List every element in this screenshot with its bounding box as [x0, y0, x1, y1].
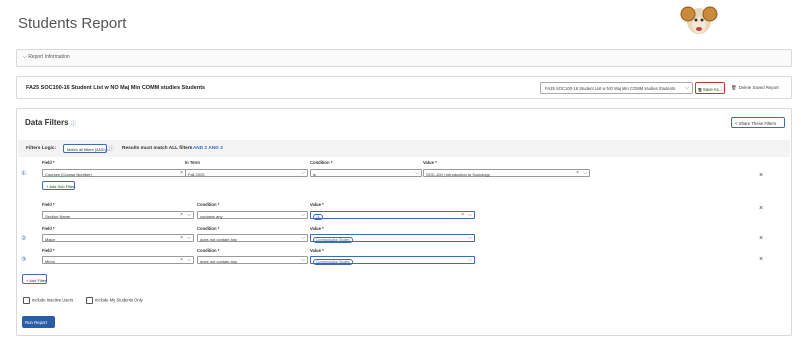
filter-expression: 1 AND 2 AND 3 [189, 146, 223, 151]
filter-number-2: ② [21, 236, 27, 242]
condition-label: Condition * [197, 248, 220, 253]
condition-select[interactable]: does not contain any ⌵ [197, 256, 308, 264]
value-label: Value * [423, 160, 437, 165]
condition-label: Condition * [197, 202, 220, 207]
filter-number-1: ① [21, 171, 27, 177]
saved-report-bar: FA25 SOC100-16 Student List w NO Maj Min… [16, 76, 792, 99]
chevron-down-icon[interactable]: ⌵ [301, 212, 305, 218]
chevron-down-icon[interactable]: ⌵ [468, 212, 472, 218]
field-label: Field * [42, 202, 55, 207]
value-chip[interactable]: Communication Studies [313, 237, 353, 243]
remove-filter-2-icon[interactable]: × [759, 235, 763, 242]
report-information-accordion[interactable]: ⌵ Report Information [16, 49, 792, 67]
remove-filter-3-icon[interactable]: × [759, 256, 763, 263]
field-select[interactable]: Minor × ⌵ [42, 256, 194, 264]
save-as-button[interactable]: 🖫 Save As... [695, 82, 725, 94]
share-filters-button[interactable]: < Share These Filters [731, 117, 785, 128]
clear-icon[interactable]: × [180, 257, 183, 263]
plus-icon: + [26, 277, 29, 283]
chevron-down-icon[interactable]: ⌵ [468, 235, 472, 241]
value-label: Value * [310, 248, 324, 253]
add-sub-filter-button[interactable]: + Add Sub Filter [42, 181, 75, 190]
field-label: Field * [42, 160, 55, 165]
remove-filter-1-icon[interactable]: × [759, 172, 763, 179]
trash-icon: 🗑 [731, 85, 737, 90]
chevron-down-icon[interactable]: ⌵ [583, 170, 587, 176]
clear-icon[interactable]: × [180, 212, 183, 218]
report-information-label: ⌵ Report Information [23, 54, 70, 60]
in-term-select[interactable]: Fall 2025 ⌵ [185, 169, 308, 177]
include-inactive-checkbox[interactable]: Include Inactive Users [23, 297, 73, 305]
saved-report-select[interactable]: FA25 SOC100-16 Student List w NO Maj Min… [540, 82, 693, 94]
condition-select[interactable]: does not contain any ⌵ [197, 234, 308, 242]
saved-report-name: FA25 SOC100-16 Student List w NO Maj Min… [26, 85, 206, 91]
value-select[interactable]: Communication Studies ⌵ [310, 234, 475, 243]
field-select[interactable]: Major × ⌵ [42, 234, 194, 242]
chevron-down-icon[interactable]: ⌵ [468, 257, 472, 263]
filters-logic-bar: Filters Logic: Match all filters (AND) ⌵… [18, 140, 790, 157]
plus-icon: + [46, 184, 49, 189]
save-icon: 🖫 [698, 87, 702, 92]
include-my-students-checkbox[interactable]: Include My Students Only [86, 297, 143, 305]
chevron-down-icon[interactable]: ⌵ [187, 212, 191, 218]
checkbox-icon[interactable] [86, 297, 93, 304]
remove-sub-filter-icon[interactable]: × [759, 205, 763, 212]
value-label: Value * [310, 226, 324, 231]
field-label: Field * [42, 248, 55, 253]
help-icon[interactable]: ⓘ [109, 145, 114, 152]
chevron-down-icon[interactable]: ⌵ [187, 257, 191, 263]
clear-icon[interactable]: × [180, 170, 183, 176]
value-label: Value * [310, 202, 324, 207]
clear-icon[interactable]: × [461, 212, 464, 218]
chevron-down-icon[interactable]: ⌵ [415, 170, 419, 176]
clear-icon[interactable]: × [180, 235, 183, 241]
sub-condition-select[interactable]: contains any ⌵ [197, 211, 308, 219]
chevron-down-icon: ⌵ [685, 85, 689, 91]
chevron-down-icon[interactable]: ⌵ [187, 235, 191, 241]
value-select[interactable]: Communication Studies ⌵ [310, 256, 475, 265]
info-icon[interactable]: ⓘ [71, 121, 76, 127]
clear-icon[interactable]: × [576, 170, 579, 176]
condition-select[interactable]: is ⌵ [310, 169, 422, 177]
value-chip[interactable]: Communication Studies [313, 259, 353, 265]
condition-label: Condition * [197, 226, 220, 231]
sub-value-select[interactable]: 16 × ⌵ [310, 211, 475, 220]
condition-label: Condition * [310, 160, 333, 165]
value-chip[interactable]: 16 [313, 214, 323, 220]
chevron-down-icon[interactable]: ⌵ [301, 257, 305, 263]
chevron-down-icon[interactable]: ⌵ [301, 235, 305, 241]
page-title: Students Report [18, 15, 127, 32]
checkbox-icon[interactable] [23, 297, 30, 304]
filter-number-3: ③ [21, 257, 27, 263]
field-select[interactable]: Courses (Course Number) ×⌵ [42, 169, 194, 177]
chevron-down-icon[interactable]: ⌵ [301, 170, 305, 176]
delete-saved-report-button[interactable]: 🗑 Delete Saved Report [731, 85, 779, 91]
add-filter-button[interactable]: + Add Filter [22, 274, 47, 284]
share-icon: < [735, 121, 738, 126]
filters-logic-select[interactable]: Match all filters (AND) ⌵ [63, 144, 110, 153]
sub-field-select[interactable]: Section Name × ⌵ [42, 211, 194, 219]
run-report-button[interactable]: Run Report [22, 316, 55, 328]
field-label: Field * [42, 226, 55, 231]
ram-mascot-logo [680, 6, 718, 34]
value-select[interactable]: SOC-100 | Introduction to Sociology × ⌵ [423, 169, 590, 177]
in-term-label: In Term [185, 160, 200, 165]
data-filters-title: Data Filters ⓘ [25, 118, 76, 127]
